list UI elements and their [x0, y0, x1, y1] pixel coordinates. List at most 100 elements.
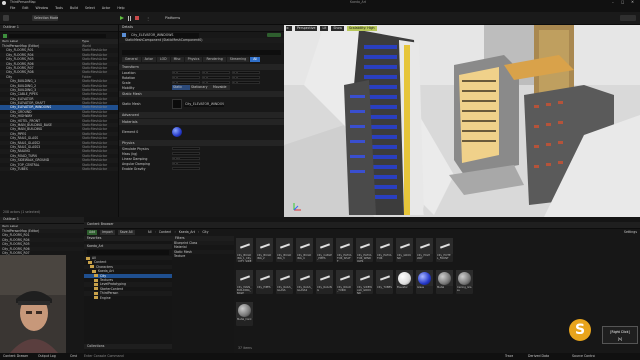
asset-tile[interactable]: City_RAILING: [316, 270, 333, 294]
perspective-button[interactable]: Perspective: [295, 26, 318, 31]
lit-button[interactable]: Lit: [320, 26, 329, 31]
source-control-button[interactable]: Source Control: [572, 354, 595, 359]
scale-x-field[interactable]: 1.0: [172, 80, 200, 85]
asset-tile[interactable]: City_MAIN_BUILDING_BASE: [236, 270, 253, 294]
trace-button[interactable]: Trace: [505, 354, 513, 359]
asset-tile[interactable]: City_BUILDING_1_City_CITY_SIDE: [236, 238, 253, 262]
minimize-icon[interactable]: –: [612, 0, 614, 5]
location-x-field[interactable]: 0.0: [172, 70, 200, 75]
asset-tile[interactable]: Metal_Dark: [236, 302, 253, 326]
cmd-dropdown[interactable]: Cmd: [70, 354, 77, 359]
menu-item-build[interactable]: Build: [70, 6, 78, 11]
console-input[interactable]: Enter Console Command: [84, 354, 124, 359]
collections-section[interactable]: Collections: [84, 344, 172, 349]
selection-mode-dropdown[interactable]: Selection Mode: [32, 15, 58, 21]
scale-y-field[interactable]: 1.0: [202, 80, 230, 85]
details-tab-all[interactable]: All: [250, 57, 261, 62]
map-tab[interactable]: ThirdPersonMap: [10, 0, 36, 5]
folder-item[interactable]: Engine: [84, 296, 172, 300]
import-button[interactable]: Import: [100, 230, 115, 235]
asset-tile[interactable]: Elevator: [396, 270, 413, 294]
asset-tile[interactable]: City_GROUND: [396, 238, 413, 262]
menu-item-tools[interactable]: Tools: [55, 6, 63, 11]
advanced-section[interactable]: Advanced: [119, 112, 284, 118]
content-browser-tab[interactable]: Content Browser: [84, 222, 640, 229]
details-tab-misc[interactable]: Misc: [170, 57, 184, 62]
details-tab-streaming[interactable]: Streaming: [226, 57, 250, 62]
menu-item-edit[interactable]: Edit: [22, 6, 28, 11]
static-mesh-dropdown[interactable]: City_ELEVATOR_WINDOWS: [184, 101, 224, 107]
asset-tile[interactable]: City_SIDEWALK_GROUND: [356, 270, 373, 294]
rotation-x-field[interactable]: 0.0: [172, 75, 200, 80]
outliner-2-tab[interactable]: Outliner 1: [0, 217, 84, 224]
scene-render[interactable]: [284, 25, 640, 217]
location-y-field[interactable]: 0.0: [202, 70, 230, 75]
menu-item-window[interactable]: Window: [36, 6, 49, 11]
asset-tile[interactable]: City_BUILDING_3: [276, 238, 293, 262]
details-tab-general[interactable]: General: [122, 57, 141, 62]
asset-tile[interactable]: City_PIPES: [256, 270, 273, 294]
physics-row-value[interactable]: 0.0: [172, 161, 200, 166]
asset-tile[interactable]: City_BUILDING_2: [256, 238, 273, 262]
save-icon[interactable]: [3, 15, 9, 21]
asset-tile[interactable]: City_HIGHWAY: [416, 238, 433, 262]
level-viewport[interactable]: ≡ Perspective Lit Show Scalability: High: [284, 25, 640, 217]
settings-button[interactable]: Settings: [624, 230, 637, 235]
stop-icon[interactable]: [135, 16, 139, 20]
physics-row-value[interactable]: [172, 146, 200, 151]
content-drawer-button[interactable]: Content Drawer: [3, 354, 28, 359]
add-icon[interactable]: [3, 33, 7, 38]
asset-tile[interactable]: City_HOTEL_FRONT: [436, 238, 453, 262]
details-tab-actor[interactable]: Actor: [141, 57, 156, 62]
settings-button[interactable]: [620, 15, 636, 21]
outliner-row[interactable]: City_TUBES StaticMeshActor: [0, 166, 118, 172]
breadcrumb-item[interactable]: Kaeda_Art: [179, 230, 195, 235]
asset-tile[interactable]: City_ROAD_TURN: [336, 270, 353, 294]
outliner-search-input[interactable]: [9, 33, 106, 38]
asset-tile[interactable]: City_ELEVATOR_WINDOWS: [356, 238, 373, 262]
filter-item[interactable]: Texture: [172, 254, 234, 258]
project-section[interactable]: Kaeda_Art: [84, 244, 172, 249]
more-options-icon[interactable]: ⋮: [146, 16, 150, 21]
play-icon[interactable]: [120, 16, 124, 20]
rotation-y-field[interactable]: 0.0: [202, 75, 230, 80]
asset-tile[interactable]: Ceiling_Glass: [456, 270, 473, 294]
details-tab-physics[interactable]: Physics: [184, 57, 203, 62]
maximize-icon[interactable]: □: [621, 0, 624, 5]
physics-row-value[interactable]: [172, 151, 200, 156]
menu-item-select[interactable]: Select: [85, 6, 95, 11]
save-all-button[interactable]: Save All: [117, 230, 135, 235]
derived-data-button[interactable]: Derived Data: [528, 354, 549, 359]
viewport-options-icon[interactable]: ≡: [286, 26, 292, 31]
breadcrumb-item[interactable]: All: [148, 230, 152, 235]
asset-tile[interactable]: City_ELEVATOR: [376, 238, 393, 262]
scalability-badge[interactable]: Scalability: High: [347, 26, 377, 31]
physics-row-value[interactable]: 0.01: [172, 156, 200, 161]
asset-tile[interactable]: City_RAILS_GLASS: [276, 270, 293, 294]
breadcrumb-item[interactable]: Content: [159, 230, 172, 235]
favorites-section[interactable]: Favorites: [84, 236, 172, 241]
details-tab-lod[interactable]: LOD: [156, 57, 170, 62]
actor-name-field[interactable]: City_ELEVATOR_WINDOWS: [129, 32, 199, 38]
show-button[interactable]: Show: [331, 26, 344, 31]
add-component-button[interactable]: [267, 33, 281, 37]
output-log-button[interactable]: Output Log: [38, 354, 56, 359]
physics-row-value[interactable]: [172, 166, 200, 171]
add-button[interactable]: Add: [87, 230, 98, 235]
mobility-movable[interactable]: Movable: [212, 85, 230, 90]
mobility-static[interactable]: Static: [172, 85, 190, 90]
menu-item-help[interactable]: Help: [117, 6, 124, 11]
platforms-dropdown[interactable]: Platforms: [165, 15, 180, 21]
scale-z-field[interactable]: 1.0: [232, 80, 260, 85]
details-tab-rendering[interactable]: Rendering: [203, 57, 226, 62]
rotation-z-field[interactable]: 0.0: [232, 75, 260, 80]
details-tab[interactable]: Details: [119, 25, 284, 32]
asset-tile[interactable]: Glass: [416, 270, 433, 294]
asset-tile[interactable]: City_RAILS_GLASS2: [296, 270, 313, 294]
folder-search-input[interactable]: [87, 250, 169, 255]
outliner-tab[interactable]: Outliner 1: [0, 25, 118, 32]
pause-icon[interactable]: [128, 16, 131, 21]
location-z-field[interactable]: 0.0: [232, 70, 260, 75]
menu-item-file[interactable]: File: [10, 6, 15, 11]
menu-item-actor[interactable]: Actor: [102, 6, 110, 11]
